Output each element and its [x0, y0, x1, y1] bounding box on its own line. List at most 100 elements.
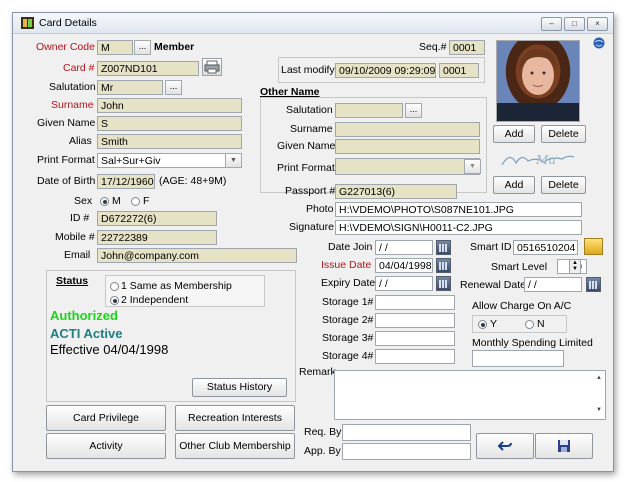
seq-field[interactable]: 0001: [449, 40, 485, 55]
smart-level-spinner[interactable]: ▲ ▼: [569, 259, 581, 274]
id-number-field[interactable]: D672272(6): [97, 211, 217, 226]
issue-date-calendar-icon[interactable]: [436, 258, 451, 273]
issue-date-field[interactable]: 04/04/1998: [375, 258, 433, 273]
sex-radio-f[interactable]: [131, 197, 140, 206]
email-label: Email: [64, 249, 91, 261]
alias-field[interactable]: Smith: [97, 134, 242, 149]
photo-path-field[interactable]: H:\VDEMO\PHOTO\S087NE101.JPG: [335, 202, 582, 217]
save-button[interactable]: [535, 433, 593, 459]
passport-field[interactable]: G227013(6): [335, 184, 457, 199]
owner-code-lookup-button[interactable]: ...: [134, 40, 151, 55]
charge-radio-n[interactable]: [525, 320, 534, 329]
card-number-field[interactable]: Z007ND101: [97, 61, 199, 76]
date-join-calendar-icon[interactable]: [436, 240, 451, 255]
storage-2-field[interactable]: [375, 313, 455, 328]
signature-path-field[interactable]: H:\VDEMO\SIGN\H0011-C2.JPG: [335, 220, 582, 235]
close-button[interactable]: ×: [587, 17, 608, 31]
surname-label: Surname: [51, 99, 94, 111]
card-details-window: Card Details – □ × Owner Code M ... Memb…: [12, 12, 614, 472]
photo-delete-button[interactable]: Delete: [541, 125, 586, 143]
smart-card-reader-icon[interactable]: [584, 238, 603, 255]
date-of-birth-label: Date of Birth: [37, 175, 96, 187]
storage-1-field[interactable]: [375, 295, 455, 310]
photo-path-label: Photo: [306, 203, 334, 215]
expiry-date-field[interactable]: / /: [375, 276, 433, 291]
floppy-disk-icon: [558, 440, 570, 452]
minimize-button[interactable]: –: [541, 17, 562, 31]
other-club-membership-button[interactable]: Other Club Membership: [175, 433, 295, 459]
monthly-limit-label: Monthly Spending Limited: [472, 337, 593, 349]
owner-type-label: Member: [154, 41, 195, 53]
app-by-field[interactable]: [342, 443, 471, 460]
print-format-label: Print Format: [37, 154, 95, 166]
salutation-field[interactable]: Mr: [97, 80, 163, 95]
signature-add-button[interactable]: Add: [493, 176, 535, 194]
req-by-label: Req. By: [304, 426, 342, 438]
owner-code-field[interactable]: M: [97, 40, 133, 55]
sex-radio-m[interactable]: [100, 197, 109, 206]
print-format-select[interactable]: Sal+Sur+Giv: [97, 153, 242, 168]
alias-label: Alias: [69, 135, 92, 147]
monthly-limit-field[interactable]: [472, 350, 564, 367]
other-given-name-field[interactable]: [335, 139, 480, 154]
svg-text:Mu: Mu: [535, 153, 556, 167]
remark-textarea[interactable]: [334, 370, 606, 420]
status-history-button[interactable]: Status History: [192, 378, 287, 397]
salutation-lookup-button[interactable]: ...: [165, 80, 182, 95]
signature-image: Mu: [496, 147, 580, 171]
photo-add-button[interactable]: Add: [493, 125, 535, 143]
allow-charge-label: Allow Charge On A/C: [472, 300, 572, 312]
other-salutation-field[interactable]: [335, 103, 403, 118]
date-join-label: Date Join: [328, 241, 373, 253]
storage-1-label: Storage 1#: [322, 296, 374, 308]
storage-2-label: Storage 2#: [322, 314, 374, 326]
smart-id-field[interactable]: 0516510204: [513, 240, 578, 255]
card-print-button[interactable]: [202, 58, 222, 76]
status-radio-same[interactable]: [110, 282, 119, 291]
charge-option-y-label: Y: [490, 318, 498, 330]
owner-code-label: Owner Code: [36, 41, 95, 53]
renewal-date-label: Renewal Date: [460, 279, 526, 291]
smart-level-label: Smart Level: [491, 261, 548, 273]
req-by-field[interactable]: [342, 424, 471, 441]
other-print-format-dropdown-button[interactable]: ▼: [464, 159, 481, 174]
signature-delete-button[interactable]: Delete: [541, 176, 586, 194]
other-surname-field[interactable]: [335, 122, 480, 137]
acti-status-text: ACTI Active: [50, 326, 123, 341]
recreation-interests-button[interactable]: Recreation Interests: [175, 405, 295, 431]
print-format-dropdown-button[interactable]: ▼: [225, 153, 242, 168]
help-globe-icon[interactable]: [593, 37, 605, 49]
storage-4-field[interactable]: [375, 349, 455, 364]
expiry-date-label: Expiry Date: [321, 277, 376, 289]
date-join-field[interactable]: / /: [375, 240, 433, 255]
app-by-label: App. By: [304, 445, 341, 457]
activity-button[interactable]: Activity: [46, 433, 166, 459]
maximize-button[interactable]: □: [564, 17, 585, 31]
status-title: Status: [56, 275, 89, 287]
given-name-field[interactable]: S: [97, 116, 242, 131]
card-privilege-button[interactable]: Card Privilege: [46, 405, 166, 431]
card-number-label: Card #: [63, 62, 95, 74]
mobile-field[interactable]: 22722389: [97, 230, 217, 245]
renewal-date-calendar-icon[interactable]: [586, 277, 601, 292]
surname-field[interactable]: John: [97, 98, 242, 113]
smart-id-label: Smart ID: [470, 241, 512, 253]
charge-option-n-label: N: [537, 318, 545, 330]
other-print-format-select[interactable]: [335, 158, 480, 175]
other-salutation-lookup-button[interactable]: ...: [405, 103, 422, 118]
expiry-date-calendar-icon[interactable]: [436, 276, 451, 291]
given-name-label: Given Name: [37, 117, 96, 129]
date-of-birth-field[interactable]: 17/12/1960: [97, 174, 155, 189]
undo-button[interactable]: [476, 433, 534, 459]
renewal-date-field[interactable]: / /: [524, 277, 582, 292]
last-modify-date-field: 09/10/2009 09:29:09: [335, 63, 436, 78]
status-radio-independent[interactable]: [110, 296, 119, 305]
issue-date-label: Issue Date: [321, 259, 372, 271]
age-text: (AGE: 48+9M): [159, 175, 227, 187]
storage-3-field[interactable]: [375, 331, 455, 346]
email-field[interactable]: John@company.com: [97, 248, 297, 263]
charge-radio-y[interactable]: [478, 320, 487, 329]
mobile-label: Mobile #: [55, 231, 95, 243]
undo-icon: [497, 441, 512, 451]
remark-scrollbar[interactable]: ▲ ▼: [593, 371, 605, 419]
